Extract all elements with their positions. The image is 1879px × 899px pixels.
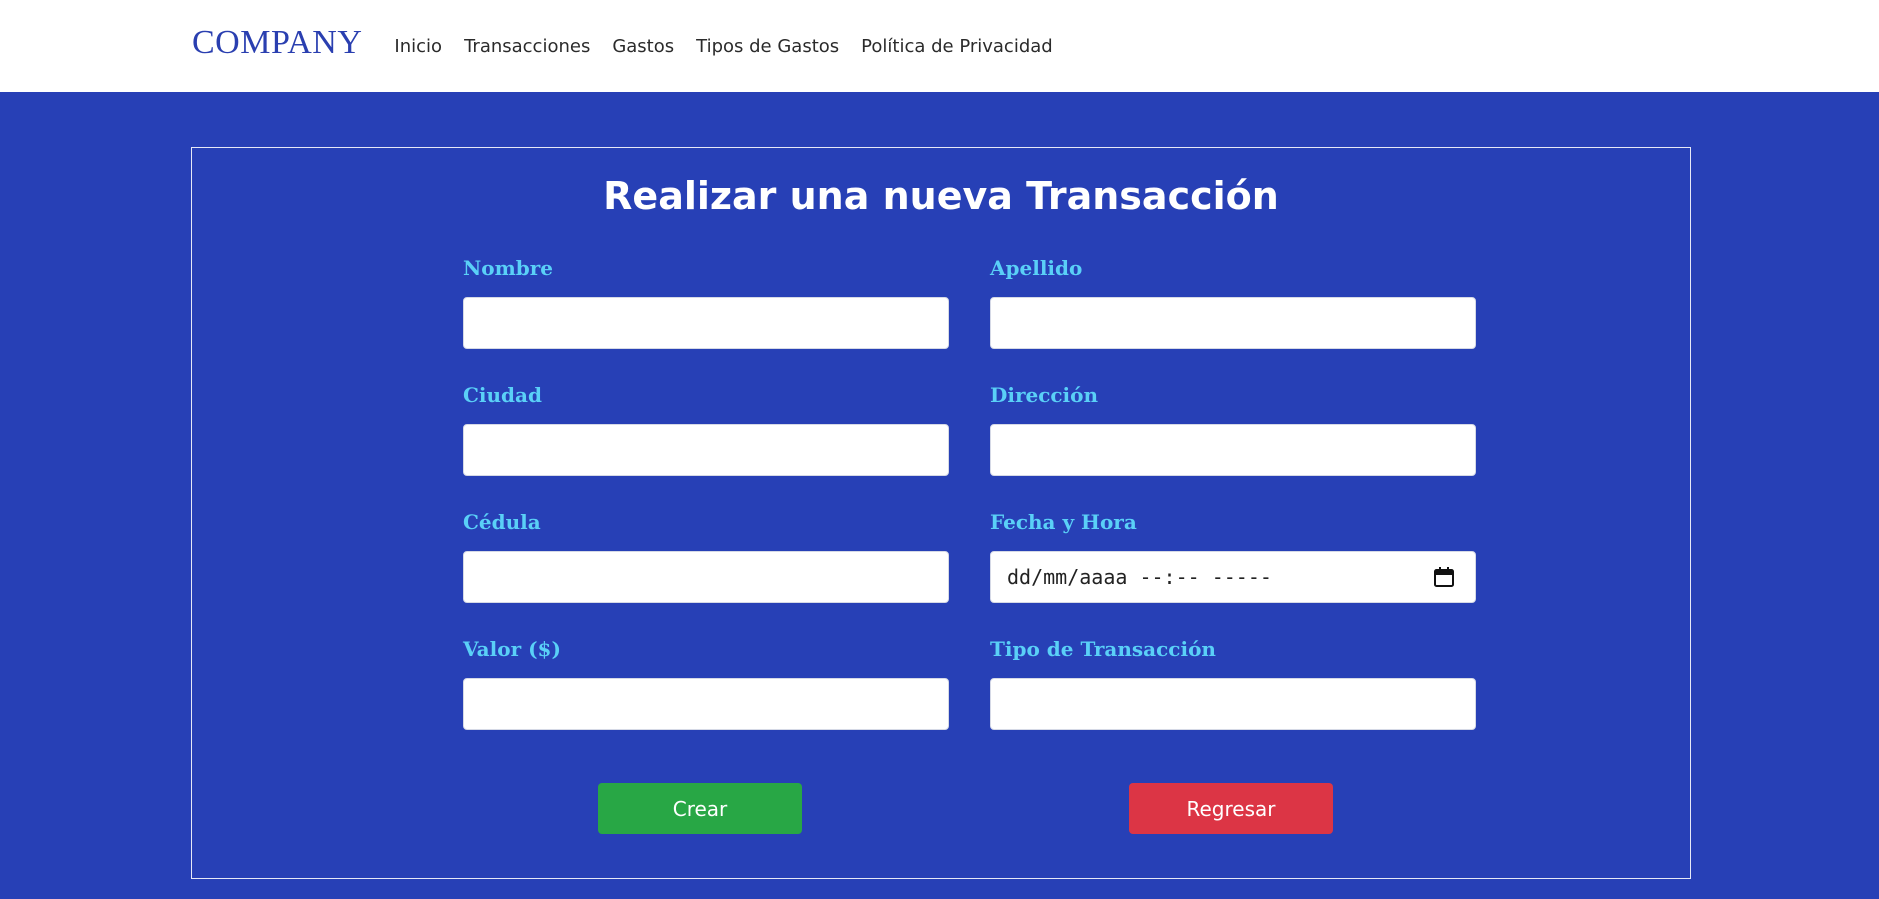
label-fecha-hora: Fecha y Hora [990,510,1137,534]
tipo-transaccion-input[interactable] [990,678,1476,730]
nav-link-politica-de-privacidad[interactable]: Política de Privacidad [861,36,1053,57]
label-apellido: Apellido [990,256,1083,280]
fecha-hora-input[interactable]: dd/mm/aaaa --:-- ----- [990,551,1476,603]
direccion-input[interactable] [990,424,1476,476]
nombre-input-control[interactable] [480,298,932,348]
create-button[interactable]: Crear [598,783,802,834]
label-valor: Valor ($) [463,637,561,661]
top-navbar: COMPANY Inicio Transacciones Gastos Tipo… [0,0,1879,92]
brand-logo[interactable]: COMPANY [192,24,362,62]
calendar-icon[interactable] [1433,566,1455,588]
back-button[interactable]: Regresar [1129,783,1333,834]
nav-link-transacciones[interactable]: Transacciones [464,36,590,57]
label-tipo-transaccion: Tipo de Transacción [990,637,1216,661]
valor-input[interactable] [463,678,949,730]
label-direccion: Dirección [990,383,1099,407]
fecha-hora-value: dd/mm/aaaa --:-- ----- [1007,565,1272,589]
apellido-input[interactable] [990,297,1476,349]
nombre-input[interactable] [463,297,949,349]
direccion-input-control[interactable] [1007,425,1459,475]
nav-link-gastos[interactable]: Gastos [612,36,674,57]
ciudad-input[interactable] [463,424,949,476]
cedula-input-control[interactable] [480,552,932,602]
apellido-input-control[interactable] [1007,298,1459,348]
label-cedula: Cédula [463,510,541,534]
nav-link-inicio[interactable]: Inicio [394,36,442,57]
nav-link-tipos-de-gastos[interactable]: Tipos de Gastos [696,36,839,57]
transaction-form-panel: Realizar una nueva Transacción Nombre Ap… [191,147,1691,879]
label-nombre: Nombre [463,256,554,280]
cedula-input[interactable] [463,551,949,603]
label-ciudad: Ciudad [463,383,542,407]
form-title: Realizar una nueva Transacción [603,174,1279,218]
valor-input-control[interactable] [480,679,932,729]
tipo-transaccion-input-control[interactable] [1007,679,1459,729]
ciudad-input-control[interactable] [480,425,932,475]
